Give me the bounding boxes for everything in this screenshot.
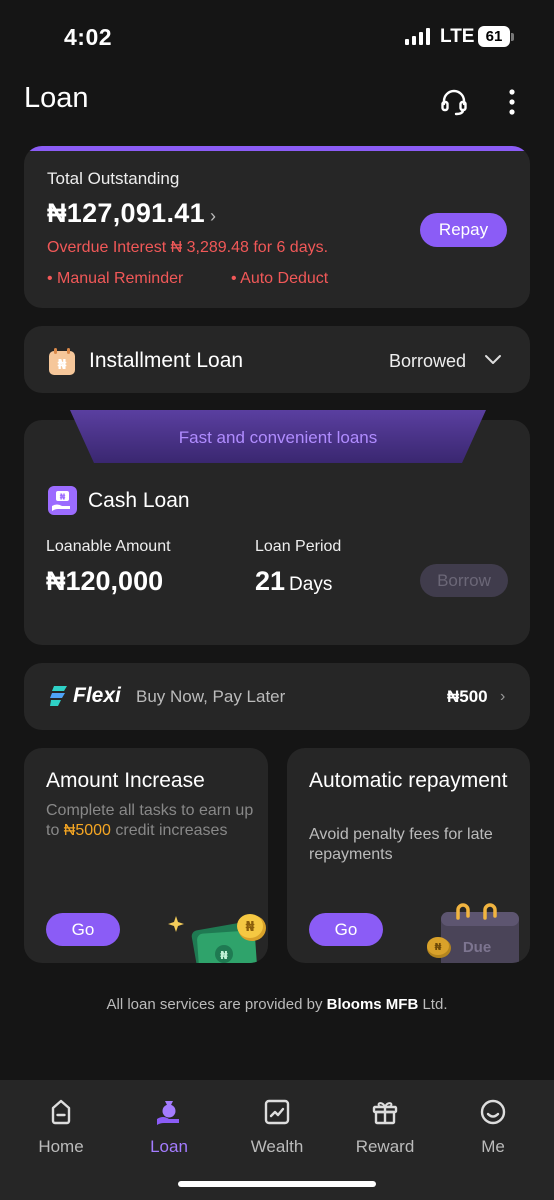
signal-icon [405,28,430,45]
installment-loan-row[interactable]: ₦ Installment Loan Borrowed [24,326,530,393]
provider-note: All loan services are provided by Blooms… [106,996,448,1013]
flexi-tagline: Buy Now, Pay Later [136,687,286,706]
chevron-right-icon[interactable]: › [210,206,216,227]
nav-label-loan: Loan [150,1137,188,1156]
smile-icon [480,1099,506,1125]
page-header: Loan [0,78,554,126]
nav-me[interactable]: Me [439,1097,547,1157]
flexi-name: Flexi [73,684,121,707]
outstanding-label: Total Outstanding [47,169,180,188]
svg-text:₦: ₦ [57,358,66,373]
cash-loan-title: Cash Loan [88,489,190,512]
more-vertical-icon[interactable] [494,84,530,120]
home-icon [51,1099,71,1125]
loan-period-value: 21 Days [255,566,332,597]
due-calendar-icon: Due ₦ [425,902,530,963]
nav-label-wealth: Wealth [250,1137,304,1156]
installment-status: Borrowed [389,351,467,371]
amount-increase-title: Amount Increase [46,769,205,792]
flexi-amount: ₦500 [447,687,488,706]
chart-icon [264,1099,290,1125]
network-type: LTE [440,26,475,47]
cash-loan-card: Fast and convenient loans ₦ Cash Loan Lo… [24,410,530,645]
credit-highlight: ₦5000 [63,822,111,839]
svg-text:₦: ₦ [60,493,66,502]
status-time: 4:02 [64,24,113,50]
promo-banner: Fast and convenient loans [70,410,486,463]
due-label: Due [463,939,491,956]
automatic-repayment-desc: Avoid penalty fees for late repayments [309,826,493,863]
overdue-interest: Overdue Interest ₦ 3,289.48 for 6 days. [47,239,329,256]
flexi-logo-icon [50,686,67,706]
page-title: Loan [24,82,89,114]
calendar-naira-icon: ₦ [47,347,77,377]
borrow-button[interactable]: Borrow [420,564,508,597]
repay-button[interactable]: Repay [420,213,507,247]
loan-period-number: 21 [255,566,286,596]
nav-reward[interactable]: Reward [331,1097,439,1157]
amount-increase-desc: Complete all tasks to earn up to ₦5000 c… [46,802,254,839]
chevron-down-icon[interactable] [484,352,502,370]
nav-home[interactable]: Home [7,1097,115,1157]
outstanding-amount[interactable]: ₦127,091.41 [47,198,205,229]
svg-text:₦: ₦ [435,942,442,953]
amount-increase-go-button[interactable]: Go [46,913,120,946]
nav-loan[interactable]: Loan [115,1097,223,1157]
accent-line [24,146,530,151]
loan-icon [157,1101,179,1125]
manual-reminder-tag[interactable]: • Manual Reminder [47,270,183,288]
nav-label-reward: Reward [355,1137,415,1156]
money-coin-icon: ₦ ₦ [166,910,268,963]
cash-loan-icon: ₦ [48,486,77,515]
loan-period-unit: Days [289,574,333,595]
gift-icon [372,1102,398,1125]
promo-banner-text: Fast and convenient loans [178,427,378,447]
flexi-row[interactable]: Flexi Buy Now, Pay Later ₦500 › [24,663,530,730]
chevron-right-icon[interactable]: › [500,688,505,706]
nav-label-home: Home [38,1137,84,1156]
automatic-repayment-go-button[interactable]: Go [309,913,383,946]
flexi-logo: Flexi [50,684,121,708]
automatic-repayment-card: Automatic repayment Avoid penalty fees f… [287,748,530,963]
installment-loan-label: Installment Loan [89,349,244,372]
outstanding-card: Total Outstanding ₦127,091.41 › Overdue … [24,146,530,308]
provider-name: Blooms MFB [326,996,419,1013]
loanable-amount-value: ₦120,000 [46,566,164,596]
svg-text:₦: ₦ [245,920,254,935]
auto-deduct-tag[interactable]: • Auto Deduct [231,270,328,288]
nav-label-me: Me [481,1137,505,1156]
status-bar: 4:02 LTE 61 [0,0,554,70]
amount-increase-card: Amount Increase Complete all tasks to ea… [24,748,268,963]
loan-period-label: Loan Period [255,538,342,555]
battery-icon: 61 [478,26,514,47]
svg-text:₦: ₦ [220,949,228,962]
battery-level: 61 [478,26,510,47]
loanable-amount-label: Loanable Amount [46,538,171,555]
automatic-repayment-title: Automatic repayment [309,769,508,792]
headset-icon[interactable] [436,84,472,120]
nav-wealth[interactable]: Wealth [223,1097,331,1157]
home-indicator[interactable] [178,1181,376,1187]
